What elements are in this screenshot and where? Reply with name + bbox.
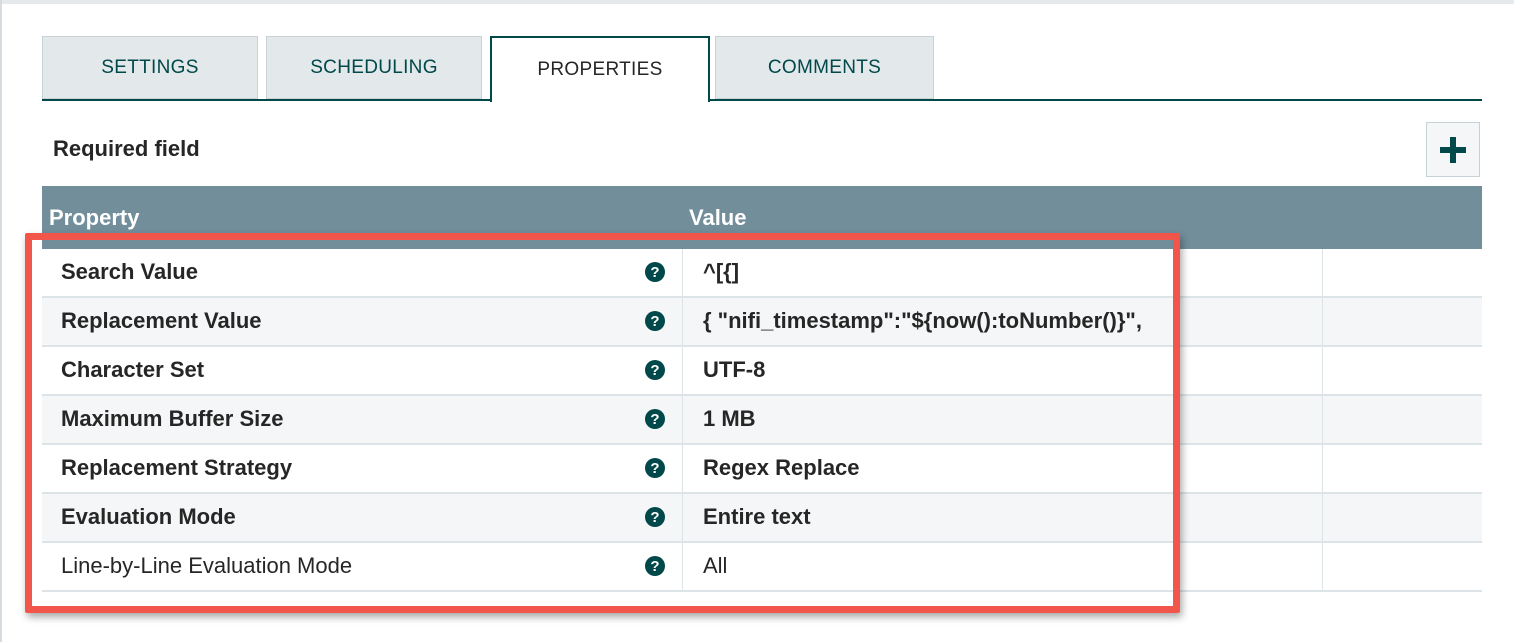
column-divider: [682, 543, 683, 590]
column-divider: [1322, 396, 1323, 443]
properties-table-header: Property Value: [42, 186, 1482, 249]
svg-text:?: ?: [650, 558, 659, 575]
tab-settings[interactable]: SETTINGS: [42, 36, 258, 99]
tab-properties[interactable]: PROPERTIES: [490, 36, 710, 102]
help-icon[interactable]: ?: [644, 310, 666, 332]
svg-text:?: ?: [650, 264, 659, 281]
help-icon[interactable]: ?: [644, 506, 666, 528]
column-divider: [1322, 298, 1323, 345]
property-name: Evaluation Mode: [61, 504, 236, 529]
help-icon[interactable]: ?: [644, 261, 666, 283]
column-header-property: Property: [49, 205, 140, 230]
column-divider: [682, 445, 683, 492]
top-strip: [0, 0, 1514, 4]
table-row[interactable]: Evaluation Mode ? Entire text: [42, 494, 1482, 543]
property-value[interactable]: 1 MB: [703, 406, 756, 432]
tab-scheduling[interactable]: SCHEDULING: [266, 36, 482, 99]
column-divider: [1322, 494, 1323, 541]
required-field-label: Required field: [53, 136, 200, 161]
tab-bar: SETTINGS SCHEDULING PROPERTIES COMMENTS: [42, 36, 1482, 102]
tab-label: SCHEDULING: [310, 56, 438, 78]
column-divider: [1322, 347, 1323, 394]
tab-label: SETTINGS: [101, 56, 199, 78]
table-row[interactable]: Replacement Strategy ? Regex Replace: [42, 445, 1482, 494]
tab-comments[interactable]: COMMENTS: [715, 36, 934, 99]
svg-text:?: ?: [650, 411, 659, 428]
column-divider: [1322, 445, 1323, 492]
column-divider: [682, 347, 683, 394]
tab-label: COMMENTS: [767, 56, 882, 78]
svg-text:?: ?: [650, 509, 659, 526]
property-name: Character Set: [61, 357, 205, 382]
property-value[interactable]: { "nifi_timestamp":"${now():toNumber()}"…: [703, 308, 1142, 334]
property-name: Search Value: [61, 259, 198, 284]
property-name: Replacement Value: [61, 308, 262, 333]
tab-label: PROPERTIES: [537, 59, 663, 80]
properties-table-body: Search Value ? ^[{] Replacement Value ? …: [42, 249, 1482, 592]
svg-text:?: ?: [650, 460, 659, 477]
property-name: Line-by-Line Evaluation Mode: [61, 553, 353, 578]
table-row[interactable]: Replacement Value ? { "nifi_timestamp":"…: [42, 298, 1482, 347]
property-name: Maximum Buffer Size: [61, 406, 284, 431]
plus-icon: [1440, 136, 1466, 163]
column-divider: [682, 396, 683, 443]
column-divider: [1322, 543, 1323, 590]
table-row[interactable]: Line-by-Line Evaluation Mode ? All: [42, 543, 1482, 592]
column-divider: [682, 249, 683, 296]
property-value[interactable]: All: [703, 553, 727, 579]
help-icon[interactable]: ?: [644, 457, 666, 479]
property-value[interactable]: Entire text: [703, 504, 811, 530]
column-divider: [1322, 249, 1323, 296]
column-divider: [682, 494, 683, 541]
property-value[interactable]: Regex Replace: [703, 455, 860, 481]
add-property-button[interactable]: [1426, 122, 1480, 177]
column-header-value: Value: [689, 205, 747, 230]
table-row[interactable]: Search Value ? ^[{]: [42, 249, 1482, 298]
svg-text:?: ?: [650, 362, 659, 379]
help-icon[interactable]: ?: [644, 408, 666, 430]
processor-config-dialog: SETTINGS SCHEDULING PROPERTIES COMMENTS …: [0, 0, 1514, 642]
help-icon[interactable]: ?: [644, 555, 666, 577]
property-name: Replacement Strategy: [61, 455, 293, 480]
property-value[interactable]: ^[{]: [703, 259, 739, 285]
help-icon[interactable]: ?: [644, 359, 666, 381]
property-value[interactable]: UTF-8: [703, 357, 765, 383]
table-row[interactable]: Maximum Buffer Size ? 1 MB: [42, 396, 1482, 445]
column-divider: [682, 298, 683, 345]
svg-text:?: ?: [650, 313, 659, 330]
table-row[interactable]: Character Set ? UTF-8: [42, 347, 1482, 396]
left-border: [0, 0, 2, 642]
